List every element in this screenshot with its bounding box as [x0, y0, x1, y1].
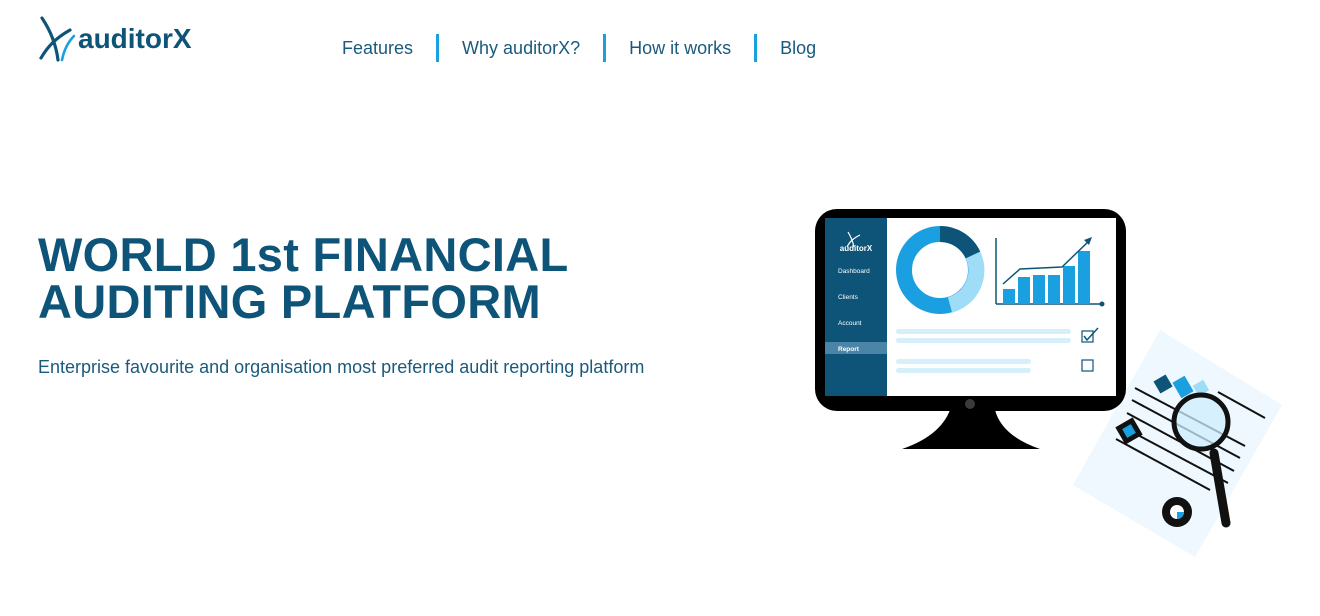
nav-features[interactable]: Features	[342, 38, 413, 59]
hero-title-line1: WORLD 1st FINANCIAL	[38, 228, 569, 281]
hero-subtitle: Enterprise favourite and organisation mo…	[38, 357, 645, 377]
nav-why-auditorx[interactable]: Why auditorX?	[462, 38, 580, 59]
monitor-illustration: auditorX Dashboard Clients Account Repor…	[815, 209, 1126, 411]
hero-title-line2: AUDITING PLATFORM	[38, 275, 541, 328]
hero-title: WORLD 1st FINANCIAL AUDITING PLATFORM	[38, 231, 569, 325]
nav-divider	[754, 34, 758, 62]
brand-name: auditorX	[78, 23, 192, 54]
mini-sidebar-clients: Clients	[838, 294, 859, 301]
mini-sidebar-account: Account	[838, 320, 862, 327]
mini-app-name: auditorX	[840, 244, 873, 253]
brand-logo[interactable]: auditorX	[36, 16, 192, 62]
monitor-stand	[902, 410, 1040, 449]
nav-how-it-works[interactable]: How it works	[629, 38, 731, 59]
nav-divider	[436, 34, 440, 62]
auditorx-logo-icon	[39, 16, 76, 62]
nav-blog[interactable]: Blog	[780, 38, 816, 59]
nav-divider	[603, 34, 607, 62]
mini-sidebar-dashboard: Dashboard	[838, 268, 870, 275]
mini-sidebar-report: Report	[838, 346, 860, 353]
dashboard-illustration: auditorX Dashboard Clients Account Repor…	[815, 209, 1282, 557]
main-nav: Features Why auditorX? How it works Blog	[342, 34, 816, 62]
